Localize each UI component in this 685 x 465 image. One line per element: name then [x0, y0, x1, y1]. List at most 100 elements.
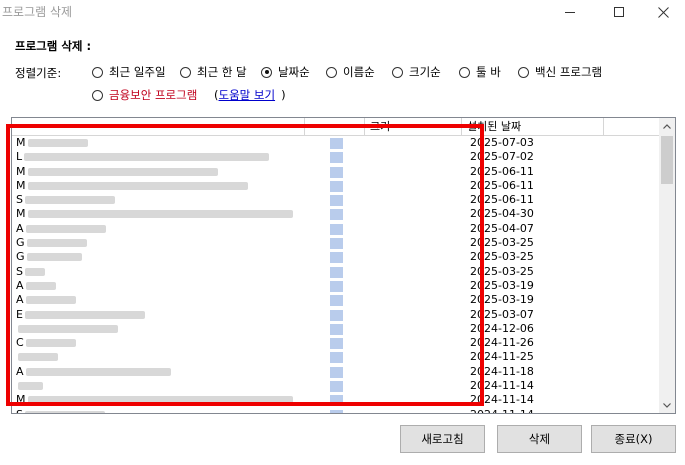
redacted-name-bar [25, 339, 76, 348]
table-row[interactable]: G 2025-03-25 [12, 250, 660, 264]
radio-label: 크기순 [409, 65, 441, 79]
install-date-cell: 2024-11-25 [470, 350, 534, 364]
program-list[interactable]: 크기 설치된 날짜 M 2025-07-03 L 2025-07-02 M 2025-06… [11, 117, 676, 414]
redacted-version-cell [330, 266, 343, 278]
title-bar: 프로그램 삭제 [0, 0, 685, 24]
radio-by-date[interactable]: 날짜순 [261, 64, 310, 80]
list-rows: M 2025-07-03 L 2025-07-02 M 2025-06-11 M 2025-0… [12, 136, 660, 413]
redacted-version-cell [330, 166, 343, 178]
maximize-button[interactable] [596, 0, 642, 24]
install-date-cell: 2025-06-11 [470, 164, 534, 178]
radio-toolbar[interactable]: 툴 바 [459, 64, 501, 80]
table-row[interactable]: E 2025-03-07 [12, 308, 660, 322]
vertical-scrollbar[interactable] [659, 118, 675, 413]
table-row[interactable]: 2024-11-14 [12, 379, 660, 393]
redacted-name-bar [27, 181, 248, 190]
radio-finance-security[interactable]: 금융보안 프로그램 [92, 87, 197, 103]
redacted-version-cell [330, 209, 343, 221]
radio-circle [92, 89, 103, 101]
radio-antivirus[interactable]: 백신 프로그램 [518, 64, 602, 80]
redacted-name-bar [27, 210, 293, 219]
maximize-icon [614, 7, 624, 17]
redacted-version-cell [330, 238, 343, 250]
radio-by-name[interactable]: 이름순 [326, 64, 375, 80]
program-name-cell: S [16, 408, 306, 413]
redacted-version-cell [330, 395, 343, 407]
radio-label: 날짜순 [278, 65, 310, 79]
column-header-extra[interactable] [604, 118, 660, 135]
redacted-version-cell [330, 352, 343, 364]
table-row[interactable]: A 2024-11-18 [12, 365, 660, 379]
table-row[interactable]: S 2025-03-25 [12, 265, 660, 279]
column-header-size[interactable]: 크기 [365, 118, 462, 135]
program-name-text: M [16, 393, 26, 407]
install-date-cell: 2025-03-25 [470, 236, 534, 250]
column-header-version[interactable] [305, 118, 365, 135]
table-row[interactable]: A 2025-03-19 [12, 293, 660, 307]
radio-by-size[interactable]: 크기순 [392, 64, 441, 80]
scroll-thumb[interactable] [661, 136, 673, 184]
redacted-name-bar [24, 153, 270, 162]
refresh-button[interactable]: 새로고침 [400, 425, 485, 453]
program-name-cell: M [16, 165, 306, 179]
redacted-version-cell [330, 138, 343, 149]
table-row[interactable]: C 2024-11-26 [12, 336, 660, 350]
redacted-name-bar [24, 267, 45, 276]
chevron-up-icon [663, 123, 671, 129]
redacted-name-bar [26, 239, 87, 248]
exit-button[interactable]: 종료(X) [591, 425, 676, 453]
radio-label: 최근 한 달 [197, 65, 247, 79]
redacted-name-bar [26, 253, 82, 262]
program-name-text: G [16, 236, 25, 250]
close-button[interactable] [640, 0, 685, 24]
table-row[interactable]: A 2025-04-07 [12, 222, 660, 236]
radio-recent-week[interactable]: 최근 일주일 [92, 64, 166, 80]
delete-button[interactable]: 삭제 [497, 425, 582, 453]
table-row[interactable]: 2024-11-25 [12, 350, 660, 364]
program-name-text: M [16, 136, 26, 149]
redacted-version-cell [330, 252, 343, 264]
install-date-cell: 2025-03-07 [470, 307, 534, 321]
scroll-down-button[interactable] [659, 397, 675, 413]
program-name-text: S [16, 408, 23, 413]
redacted-name-bar [27, 396, 293, 405]
install-date-cell: 2025-04-30 [470, 207, 534, 221]
scroll-up-button[interactable] [659, 118, 675, 134]
radio-circle [326, 66, 337, 78]
redacted-version-cell [330, 195, 343, 207]
radio-recent-month[interactable]: 최근 한 달 [180, 64, 247, 80]
table-row[interactable]: M 2024-11-14 [12, 393, 660, 407]
redacted-name-bar [18, 353, 58, 362]
help-link[interactable]: 도움말 보기 [219, 87, 276, 103]
column-header-install-date[interactable]: 설치된 날짜 [462, 118, 604, 135]
redacted-version-cell [330, 309, 343, 321]
table-row[interactable]: M 2025-06-11 [12, 179, 660, 193]
table-row[interactable]: M 2025-07-03 [12, 136, 660, 150]
redacted-name-bar [24, 410, 105, 413]
redacted-name-bar [25, 367, 171, 376]
column-header-name[interactable] [12, 118, 305, 135]
program-name-cell: G [16, 236, 306, 250]
table-row[interactable]: M 2025-04-30 [12, 207, 660, 221]
program-name-cell: M [16, 207, 306, 221]
program-name-cell: S [16, 265, 306, 279]
program-name-text: M [16, 207, 26, 221]
table-row[interactable]: 2024-12-06 [12, 322, 660, 336]
install-date-cell: 2024-11-14 [470, 379, 534, 393]
table-row[interactable]: M 2025-06-11 [12, 165, 660, 179]
table-row[interactable]: A 2025-03-19 [12, 279, 660, 293]
radio-label: 백신 프로그램 [535, 65, 603, 79]
install-date-cell: 2025-03-25 [470, 264, 534, 278]
install-date-cell: 2025-06-11 [470, 178, 534, 192]
minimize-button[interactable] [547, 0, 593, 24]
table-row[interactable]: G 2025-03-25 [12, 236, 660, 250]
table-row[interactable]: S 2025-06-11 [12, 193, 660, 207]
install-date-cell: 2024-11-18 [470, 364, 534, 378]
radio-circle-checked [261, 66, 272, 78]
redacted-name-bar [27, 167, 218, 176]
table-row[interactable]: S 2024-11-14 [12, 408, 660, 413]
radio-circle [392, 66, 403, 78]
table-row[interactable]: L 2025-07-02 [12, 150, 660, 164]
install-date-cell: 2025-07-02 [470, 150, 534, 164]
radio-circle [459, 66, 470, 78]
